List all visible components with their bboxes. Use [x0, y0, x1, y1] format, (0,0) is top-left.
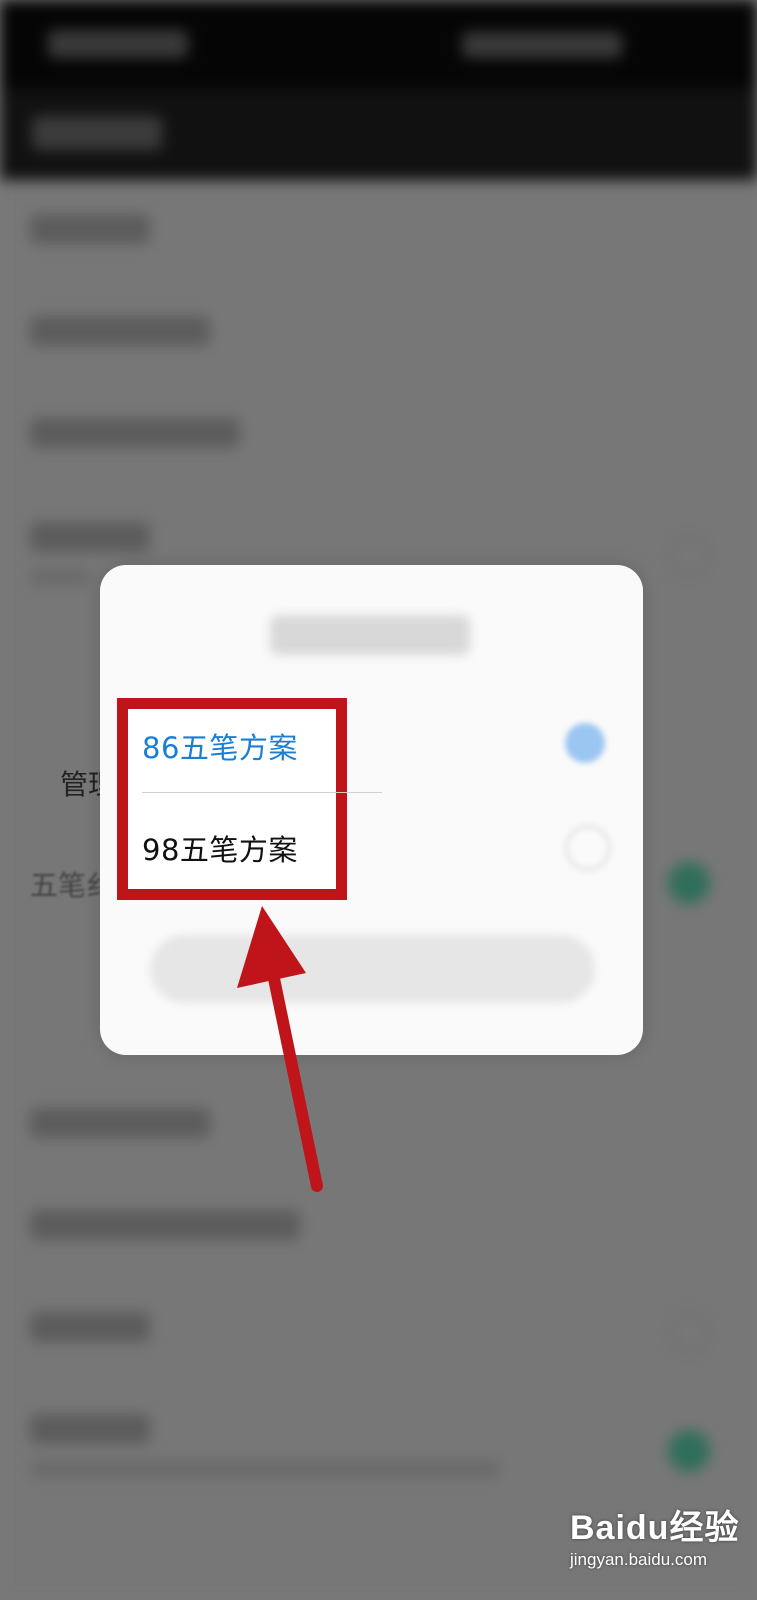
annotation-arrow-icon: [237, 906, 323, 1192]
baidu-jingyan-watermark: Baidu经验 jingyan.baidu.com: [570, 1488, 750, 1588]
watermark-brand: Baidu经验: [570, 1509, 740, 1547]
watermark-site: jingyan.baidu.com: [570, 1550, 708, 1569]
